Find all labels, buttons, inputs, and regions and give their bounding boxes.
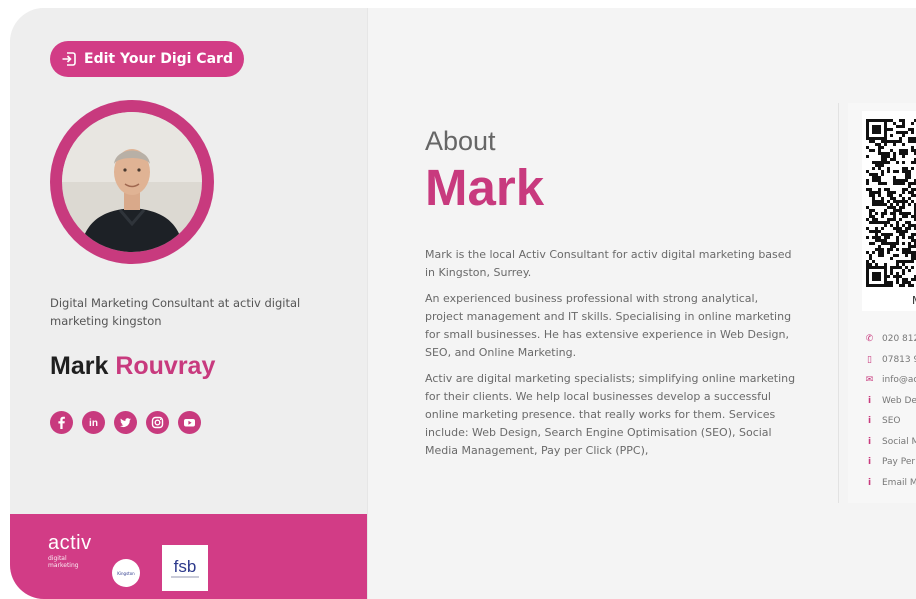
login-icon	[61, 51, 77, 67]
qr-label: M	[912, 294, 916, 307]
activ-logo: activ digital marketing	[48, 532, 92, 569]
contact-panel: M ✆ 020 812 ▯ 07813 9 ✉ info@ac i Web De	[848, 103, 916, 503]
info-icon: i	[867, 457, 872, 468]
avatar-ring	[50, 100, 214, 264]
contact-row-service[interactable]: i Social M	[865, 432, 916, 453]
bio-paragraph: Activ are digital marketing specialists;…	[425, 372, 796, 457]
linkedin-icon[interactable]: in	[82, 411, 105, 434]
contact-text: Email M	[882, 477, 916, 488]
bio-paragraph: Mark is the local Activ Consultant for a…	[425, 248, 792, 279]
contact-text: SEO	[882, 416, 901, 427]
youtube-icon[interactable]	[178, 411, 201, 434]
contact-row-mobile[interactable]: ▯ 07813 9	[865, 350, 916, 371]
contact-text: 020 812	[882, 334, 916, 345]
social-links: in	[50, 411, 201, 434]
contact-text: Pay Per	[882, 457, 916, 468]
contact-text: Web De	[882, 395, 916, 406]
footer-logos: activ digital marketing Kingston fsb	[10, 514, 367, 599]
about-heading-small: About	[425, 126, 496, 156]
edit-button-label: Edit Your Digi Card	[84, 51, 233, 67]
first-name: Mark	[50, 352, 109, 380]
last-name: Rouvray	[115, 352, 216, 380]
kingston-label: Kingston	[117, 570, 135, 576]
contact-text: Social M	[882, 436, 916, 447]
digi-card: Edit Your Digi Card Digital Marketing Co…	[10, 8, 916, 599]
twitter-icon[interactable]	[114, 411, 137, 434]
fsb-label: fsb	[173, 556, 197, 576]
info-icon: i	[867, 416, 872, 427]
facebook-icon[interactable]	[50, 411, 73, 434]
contact-row-email[interactable]: ✉ info@ac	[865, 370, 916, 391]
svg-text:in: in	[89, 418, 98, 429]
profile-name: Mark Rouvray	[50, 352, 215, 381]
contact-text: info@ac	[882, 375, 916, 386]
contact-text: 07813 9	[882, 354, 916, 365]
about-heading-name: Mark	[425, 159, 545, 216]
contact-row-service[interactable]: i Email M	[865, 473, 916, 494]
panel-divider	[838, 103, 839, 503]
edit-digi-card-button[interactable]: Edit Your Digi Card	[50, 41, 244, 77]
contact-row-service[interactable]: i Web De	[865, 391, 916, 412]
contact-list: ✆ 020 812 ▯ 07813 9 ✉ info@ac i Web De i	[865, 329, 916, 493]
fsb-logo: fsb	[162, 545, 208, 591]
contact-row-service[interactable]: i SEO	[865, 411, 916, 432]
activ-logo-sub-1: digital	[48, 555, 67, 562]
about-panel: About Mark Mark is the local Activ Consu…	[367, 8, 916, 599]
info-icon: i	[867, 395, 872, 406]
activ-logo-sub-2: marketing	[48, 562, 79, 569]
bio-paragraph: An experienced business professional wit…	[425, 292, 792, 359]
qr-code[interactable]: M	[862, 111, 916, 311]
info-icon: i	[867, 477, 872, 488]
phone-icon: ✆	[865, 334, 874, 345]
info-icon: i	[867, 436, 872, 447]
qr-code-image	[866, 119, 916, 287]
activ-logo-word: activ	[48, 532, 92, 554]
mobile-icon: ▯	[867, 354, 872, 365]
profile-panel: Edit Your Digi Card Digital Marketing Co…	[10, 8, 367, 599]
kingston-logo: Kingston	[112, 559, 140, 587]
email-icon: ✉	[865, 375, 874, 386]
instagram-icon[interactable]	[146, 411, 169, 434]
avatar	[62, 112, 202, 252]
profile-role: Digital Marketing Consultant at activ di…	[50, 296, 301, 328]
about-bio: Mark is the local Activ Consultant for a…	[425, 246, 797, 468]
contact-row-phone[interactable]: ✆ 020 812	[865, 329, 916, 350]
contact-row-service[interactable]: i Pay Per	[865, 452, 916, 473]
